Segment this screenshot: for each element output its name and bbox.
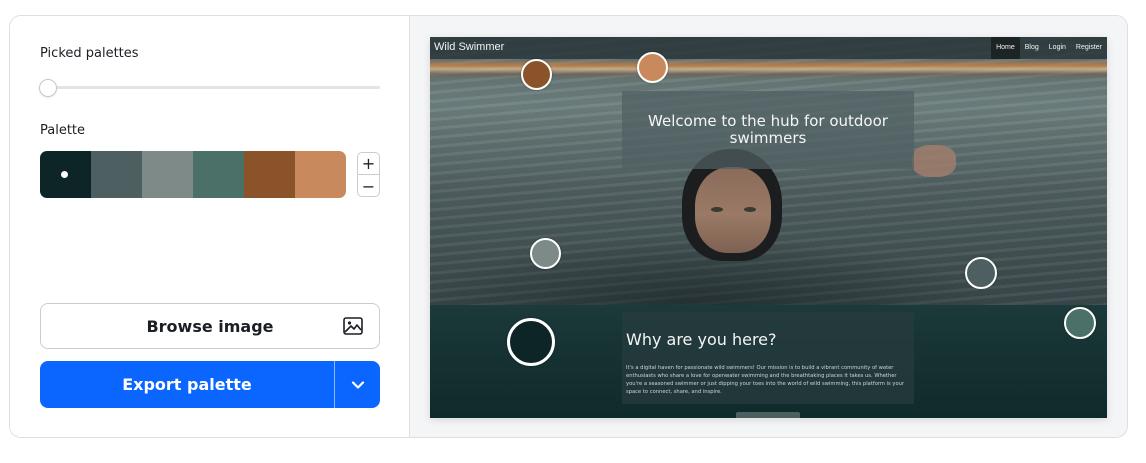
nav-login: Login — [1048, 44, 1066, 51]
remove-swatch-button[interactable]: − — [358, 175, 379, 196]
hero-banner: Welcome to the hub for outdoor swimmers — [622, 91, 914, 169]
chevron-down-icon — [351, 380, 364, 389]
swimmer-eye-right — [744, 207, 756, 212]
export-palette-button[interactable]: Export palette — [40, 361, 335, 408]
export-options-button[interactable] — [335, 361, 380, 408]
picked-palettes-slider-track[interactable] — [48, 86, 380, 89]
palette-swatch-1[interactable] — [40, 151, 91, 198]
why-section: Why are you here? It's a digital haven f… — [622, 312, 914, 404]
selected-swatch-indicator — [61, 171, 68, 178]
color-picker-handle-1[interactable] — [507, 318, 555, 366]
swimmer-arm — [912, 145, 956, 177]
hero-text: Welcome to the hub for outdoor swimmers — [648, 112, 888, 147]
browse-image-label: Browse image — [146, 316, 274, 336]
color-picker-handle-3[interactable] — [637, 52, 668, 83]
swimmer-face — [695, 167, 771, 253]
palette-label: Palette — [40, 123, 86, 138]
preview-image: Wild Swimmer Home Blog Login Register We… — [430, 37, 1107, 418]
image-icon — [343, 317, 363, 335]
color-picker-handle-2[interactable] — [521, 59, 552, 90]
swimmer-eye-left — [711, 207, 723, 212]
nav-blog: Blog — [1024, 44, 1039, 51]
swatch-count-stepper: + − — [357, 152, 380, 197]
site-title: Wild Swimmer — [434, 41, 505, 53]
picked-palettes-label: Picked palettes — [40, 46, 139, 61]
palette-swatch-6[interactable] — [295, 151, 346, 198]
nav-home: Home — [991, 37, 1020, 59]
color-picker-handle-6[interactable] — [1064, 307, 1096, 339]
palette-swatch-5[interactable] — [244, 151, 295, 198]
add-swatch-button[interactable]: + — [358, 153, 379, 175]
picked-palettes-slider-thumb[interactable] — [39, 79, 57, 97]
palette-swatches — [40, 151, 346, 198]
export-palette-split-button: Export palette — [40, 361, 380, 408]
palette-swatch-2[interactable] — [91, 151, 142, 198]
browse-image-button[interactable]: Browse image — [40, 303, 380, 349]
color-picker-handle-4[interactable] — [530, 238, 561, 269]
site-navbar: Wild Swimmer Home Blog Login Register — [430, 37, 1107, 59]
why-section-body: It's a digital haven for passionate wild… — [626, 365, 905, 395]
controls-panel: Picked palettes Palette + − Browse image… — [10, 16, 410, 437]
image-preview-panel: Wild Swimmer Home Blog Login Register We… — [410, 16, 1127, 437]
color-picker-handle-5[interactable] — [965, 257, 997, 289]
scroll-indicator — [736, 412, 800, 418]
palette-tool-card: Picked palettes Palette + − Browse image… — [9, 15, 1128, 438]
why-section-title: Why are you here? — [626, 330, 777, 349]
palette-swatch-3[interactable] — [142, 151, 193, 198]
nav-register: Register — [1075, 44, 1102, 51]
palette-swatch-4[interactable] — [193, 151, 244, 198]
